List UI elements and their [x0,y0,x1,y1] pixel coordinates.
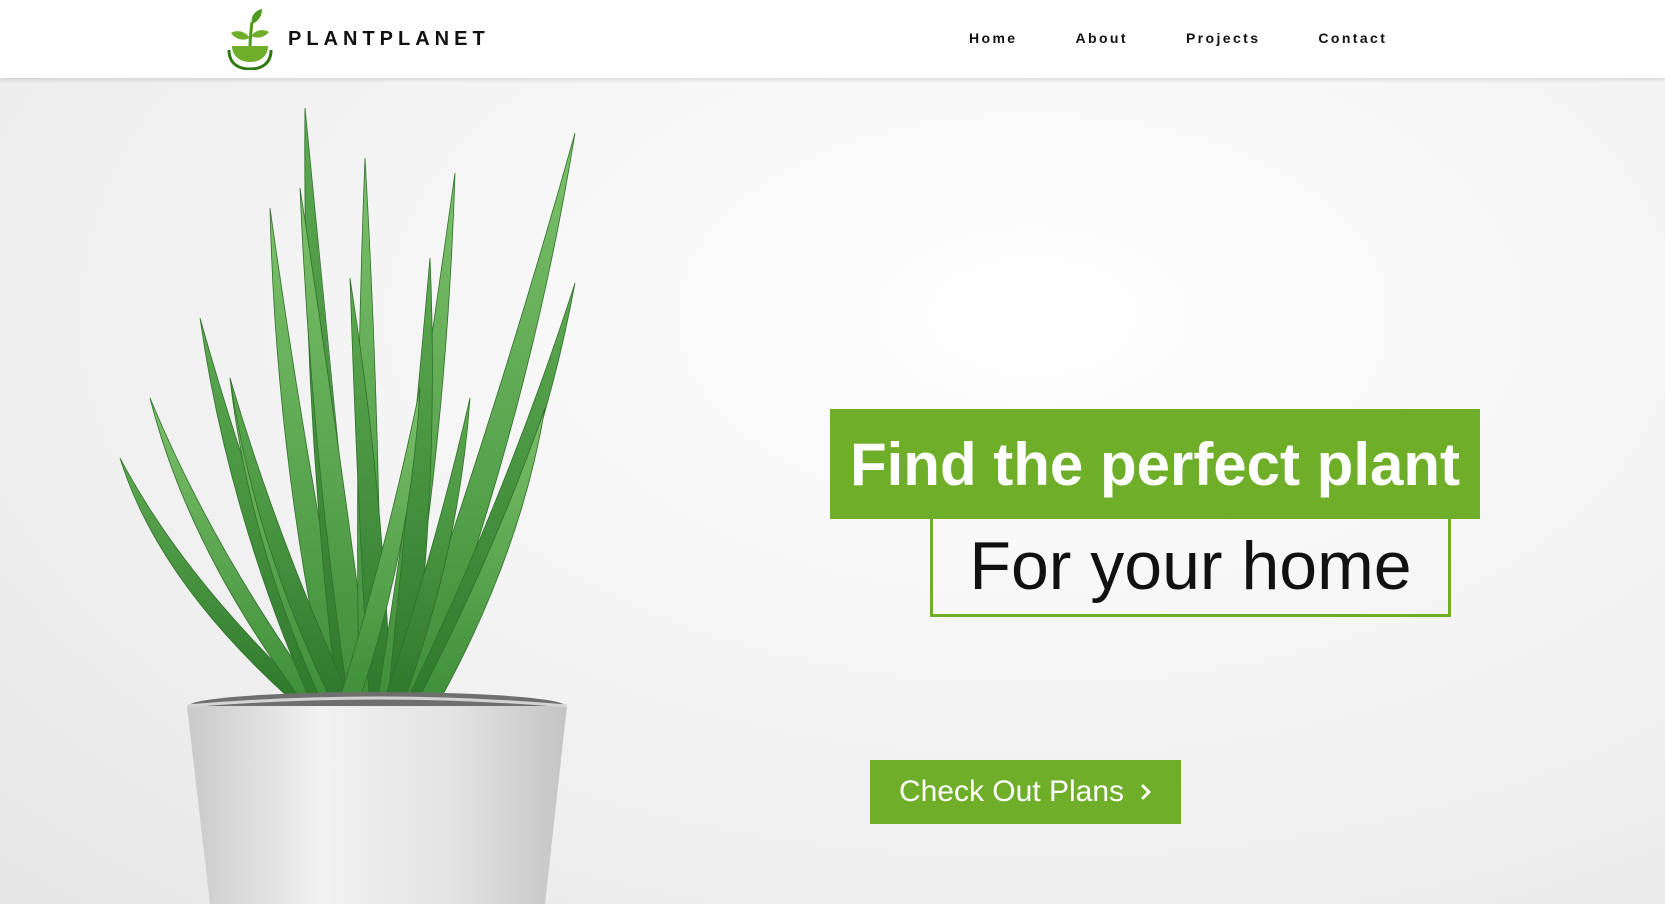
brand-name: PLANTPLANET [288,27,490,50]
hero-headline: Find the perfect plant [849,430,1461,498]
hero-subheadline: For your home [969,528,1412,604]
chevron-right-icon [1141,784,1151,800]
logo[interactable]: PLANTPLANET [226,8,490,70]
cta-label: Check Out Plans [898,775,1125,808]
sprout-bowl-icon [227,9,273,70]
landing-page: PLANTPLANET Home About Projects Contact [0,0,1665,904]
check-out-plans-button[interactable]: Check Out Plans [870,760,1181,824]
headline-banner: Find the perfect plant [830,409,1480,519]
subheadline-frame: For your home [930,518,1451,617]
main-nav: Home About Projects Contact [969,30,1387,46]
nav-link-contact[interactable]: Contact [1318,30,1387,46]
nav-link-home[interactable]: Home [969,30,1018,46]
navbar: PLANTPLANET Home About Projects Contact [0,0,1665,78]
nav-link-projects[interactable]: Projects [1186,30,1260,46]
aloe-plant-image [119,107,576,904]
nav-link-about[interactable]: About [1076,30,1128,46]
